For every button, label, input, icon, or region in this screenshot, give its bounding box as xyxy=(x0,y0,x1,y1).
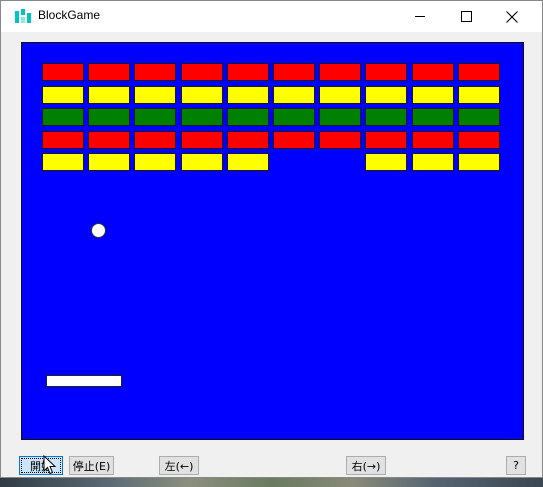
brick xyxy=(365,108,407,126)
brick xyxy=(134,153,176,171)
brick xyxy=(88,63,130,81)
brick xyxy=(319,63,361,81)
app-window: BlockGame 開始 停止(E) 左(←) 右(→) ? xyxy=(0,0,543,478)
brick xyxy=(227,86,269,104)
brick xyxy=(412,108,454,126)
brick xyxy=(365,86,407,104)
brick xyxy=(227,131,269,149)
minimize-button[interactable] xyxy=(397,1,443,32)
brick xyxy=(412,63,454,81)
window-title: BlockGame xyxy=(38,8,101,22)
brick xyxy=(134,108,176,126)
minimize-icon xyxy=(414,16,425,17)
brick xyxy=(42,131,84,149)
close-button[interactable] xyxy=(489,1,535,32)
brick xyxy=(42,108,84,126)
brick xyxy=(273,63,315,81)
brick xyxy=(412,86,454,104)
move-left-button[interactable]: 左(←) xyxy=(159,456,199,475)
brick xyxy=(365,153,407,171)
brick xyxy=(273,86,315,104)
paddle[interactable] xyxy=(46,375,122,387)
brick xyxy=(88,131,130,149)
brick xyxy=(319,108,361,126)
brick xyxy=(42,86,84,104)
block-game-icon xyxy=(15,9,31,23)
brick xyxy=(227,108,269,126)
brick xyxy=(227,63,269,81)
brick xyxy=(412,153,454,171)
brick xyxy=(412,131,454,149)
brick xyxy=(319,86,361,104)
brick xyxy=(181,63,223,81)
help-button[interactable]: ? xyxy=(506,456,526,475)
stop-button[interactable]: 停止(E) xyxy=(69,456,114,475)
title-bar[interactable]: BlockGame xyxy=(1,1,542,32)
brick xyxy=(273,131,315,149)
brick xyxy=(42,63,84,81)
brick xyxy=(458,108,500,126)
mouse-cursor-icon xyxy=(43,455,57,475)
desktop-background xyxy=(0,478,543,487)
maximize-button[interactable] xyxy=(443,1,489,32)
ball xyxy=(91,223,106,238)
brick xyxy=(365,63,407,81)
brick xyxy=(458,63,500,81)
close-icon xyxy=(506,10,518,23)
maximize-icon xyxy=(460,11,472,22)
brick xyxy=(458,131,500,149)
brick xyxy=(88,153,130,171)
brick xyxy=(273,108,315,126)
brick xyxy=(181,153,223,171)
brick xyxy=(458,153,500,171)
game-board[interactable] xyxy=(21,42,524,440)
brick xyxy=(134,131,176,149)
brick xyxy=(365,131,407,149)
brick xyxy=(227,153,269,171)
brick xyxy=(134,63,176,81)
brick xyxy=(458,86,500,104)
brick xyxy=(181,108,223,126)
brick xyxy=(181,131,223,149)
brick xyxy=(88,108,130,126)
brick xyxy=(42,153,84,171)
brick xyxy=(134,86,176,104)
brick xyxy=(181,86,223,104)
brick xyxy=(319,131,361,149)
brick xyxy=(88,86,130,104)
move-right-button[interactable]: 右(→) xyxy=(346,456,386,475)
